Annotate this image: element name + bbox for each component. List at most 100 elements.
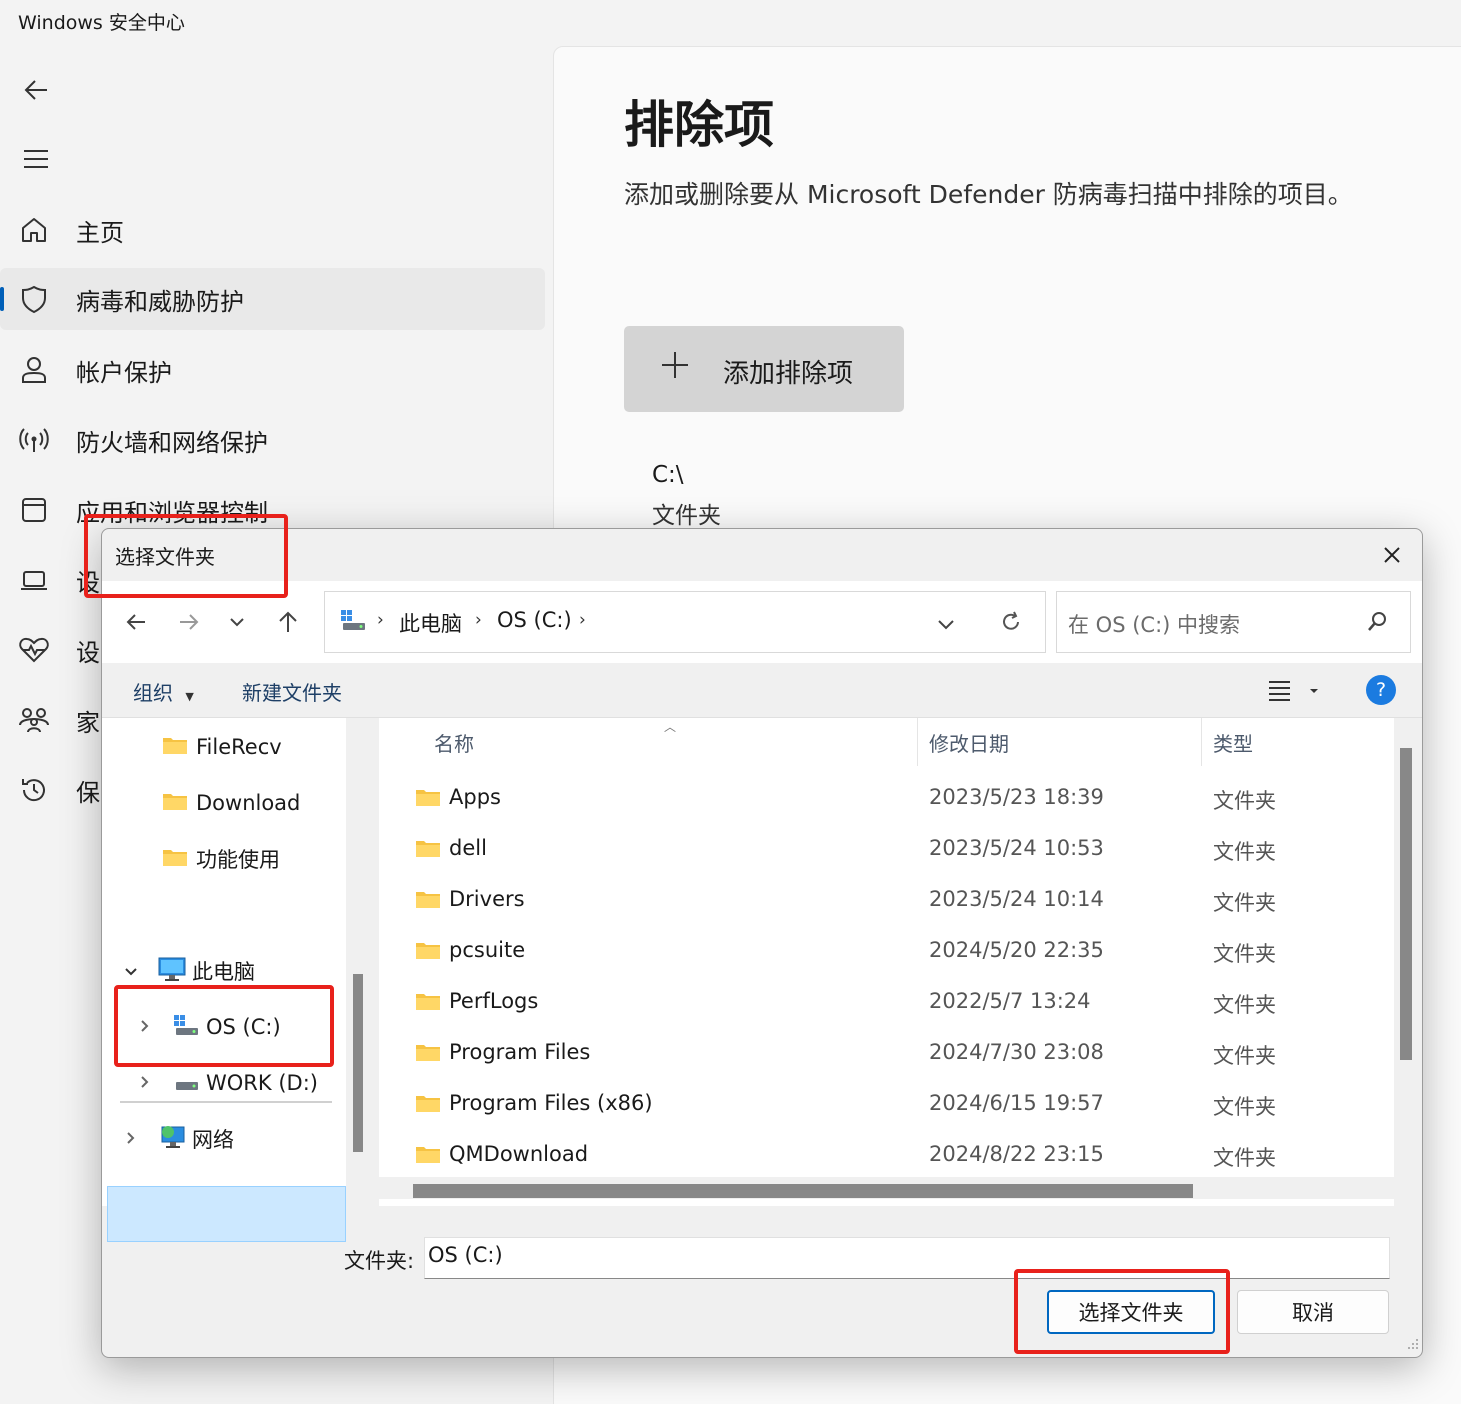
sidebar-item-account-protection[interactable]: 帐户保护 xyxy=(0,339,545,401)
file-name: Program Files xyxy=(449,1040,591,1064)
hamburger-menu-icon[interactable] xyxy=(16,139,56,179)
exclusion-path[interactable]: C:\ xyxy=(652,462,684,488)
select-folder-button[interactable]: 选择文件夹 xyxy=(1047,1290,1215,1334)
chevron-right-icon[interactable] xyxy=(126,1130,136,1149)
address-bar[interactable]: › 此电脑 › OS (C:) › xyxy=(324,591,1046,653)
file-name: dell xyxy=(449,836,487,860)
forward-arrow-icon[interactable] xyxy=(172,605,206,639)
tree-item-download[interactable]: Download xyxy=(162,778,300,828)
tree-item-filerecv[interactable]: FileRecv xyxy=(162,722,282,772)
tree-item-feature-usage[interactable]: 功能使用 xyxy=(162,834,280,884)
file-list-horizontal-scrollbar[interactable] xyxy=(379,1177,1394,1199)
sidebar-item-home[interactable]: 主页 xyxy=(0,199,545,261)
cancel-button[interactable]: 取消 xyxy=(1237,1290,1389,1334)
column-divider[interactable] xyxy=(1201,718,1202,766)
breadcrumb-os-c[interactable]: OS (C:) xyxy=(497,608,572,632)
tree-label: 功能使用 xyxy=(196,848,280,872)
chevron-right-icon[interactable] xyxy=(140,1074,150,1093)
select-folder-dialog: 选择文件夹 › 此电脑 › OS (C:) › 在 OS (C:) 中搜索 组织… xyxy=(101,528,1423,1358)
file-type: 文件夹 xyxy=(1213,1095,1276,1119)
family-icon xyxy=(18,704,50,736)
column-divider[interactable] xyxy=(917,718,918,766)
dialog-toolbar: 组织 ▼ 新建文件夹 ? xyxy=(102,663,1422,718)
new-folder-button[interactable]: 新建文件夹 xyxy=(242,677,342,706)
folder-icon xyxy=(415,1144,441,1164)
tree-scrollbar-thumb[interactable] xyxy=(353,974,363,1152)
table-row[interactable]: Program Files 2024/7/30 23:08 文件夹 xyxy=(379,1027,1394,1078)
table-row[interactable]: pcsuite 2024/5/20 22:35 文件夹 xyxy=(379,925,1394,976)
folder-icon xyxy=(415,991,441,1011)
sidebar-item-firewall[interactable]: 防火墙和网络保护 xyxy=(0,409,545,471)
sidebar-item-label: 应用和浏览器控制 xyxy=(76,498,268,527)
file-list-vertical-scrollbar[interactable] xyxy=(1394,718,1418,1177)
horizontal-scrollbar-thumb[interactable] xyxy=(413,1184,1193,1198)
back-icon[interactable] xyxy=(16,70,56,110)
table-row[interactable]: Apps 2023/5/23 18:39 文件夹 xyxy=(379,772,1394,823)
tree-selection-highlight xyxy=(107,1186,346,1242)
file-name: Drivers xyxy=(449,887,525,911)
organize-label: 组织 xyxy=(133,681,173,705)
network-icon xyxy=(158,1123,188,1155)
column-header-name[interactable]: 名称 xyxy=(434,728,474,757)
tree-item-work-d[interactable]: WORK (D:) xyxy=(140,1058,318,1108)
table-row[interactable]: Drivers 2023/5/24 10:14 文件夹 xyxy=(379,874,1394,925)
up-arrow-icon[interactable] xyxy=(271,605,305,639)
tree-item-this-pc[interactable]: 此电脑 xyxy=(124,946,255,996)
help-icon[interactable]: ? xyxy=(1366,675,1396,705)
person-icon xyxy=(18,354,50,386)
file-date: 2023/5/23 18:39 xyxy=(929,785,1104,809)
breadcrumb-separator-icon: › xyxy=(579,610,586,630)
sidebar-item-virus-protection[interactable]: 病毒和威胁防护 xyxy=(0,268,545,330)
tree-scrollbar[interactable] xyxy=(346,718,370,1206)
monitor-icon xyxy=(158,956,186,986)
add-exclusion-button[interactable]: 添加排除项 xyxy=(624,326,904,412)
column-header-type[interactable]: 类型 xyxy=(1213,728,1253,757)
file-type: 文件夹 xyxy=(1213,1044,1276,1068)
tree-label: WORK (D:) xyxy=(206,1071,318,1095)
tree-label: 网络 xyxy=(192,1128,234,1152)
resize-grip-icon[interactable] xyxy=(1407,1335,1419,1354)
sort-ascending-icon: ︿ xyxy=(664,720,677,734)
search-placeholder: 在 OS (C:) 中搜索 xyxy=(1068,613,1241,637)
file-date: 2024/8/22 23:15 xyxy=(929,1142,1104,1166)
tree-label: OS (C:) xyxy=(206,1015,281,1039)
tree-label: 此电脑 xyxy=(192,960,255,984)
file-type: 文件夹 xyxy=(1213,1146,1276,1170)
app-title: Windows 安全中心 xyxy=(18,12,185,34)
chevron-down-icon[interactable] xyxy=(124,962,138,981)
breadcrumb-this-pc[interactable]: 此电脑 xyxy=(399,608,462,638)
refresh-icon[interactable] xyxy=(1000,611,1022,637)
file-date: 2024/7/30 23:08 xyxy=(929,1040,1104,1064)
folder-icon xyxy=(415,787,441,807)
vertical-scrollbar-thumb[interactable] xyxy=(1400,748,1412,1060)
sidebar-item-label: 帐户保护 xyxy=(76,358,172,387)
tree-label: FileRecv xyxy=(196,735,282,759)
file-name: pcsuite xyxy=(449,938,526,962)
table-row[interactable]: QMDownload 2024/8/22 23:15 文件夹 xyxy=(379,1129,1394,1180)
tree-item-os-c[interactable]: OS (C:) xyxy=(140,1002,281,1052)
page-title: 排除项 xyxy=(624,96,774,154)
organize-menu[interactable]: 组织 ▼ xyxy=(133,677,194,706)
view-options-icon[interactable] xyxy=(1268,679,1324,705)
file-date: 2023/5/24 10:53 xyxy=(929,836,1104,860)
column-header-date[interactable]: 修改日期 xyxy=(929,728,1009,757)
tree-item-network[interactable]: 网络 xyxy=(126,1114,234,1164)
navigation-bar: › 此电脑 › OS (C:) › 在 OS (C:) 中搜索 xyxy=(102,581,1422,663)
close-icon[interactable] xyxy=(1376,539,1408,571)
search-input[interactable]: 在 OS (C:) 中搜索 xyxy=(1056,591,1411,653)
breadcrumb-separator-icon: › xyxy=(377,610,384,630)
chevron-right-icon[interactable] xyxy=(140,1018,150,1037)
back-arrow-icon[interactable] xyxy=(119,605,153,639)
folder-field-label: 文件夹: xyxy=(344,1249,415,1273)
table-row[interactable]: Program Files (x86) 2024/6/15 19:57 文件夹 xyxy=(379,1078,1394,1129)
folder-name-input[interactable]: OS (C:) xyxy=(424,1237,1390,1279)
address-history-chevron-icon[interactable] xyxy=(937,616,955,635)
file-date: 2023/5/24 10:14 xyxy=(929,887,1104,911)
add-exclusion-label: 添加排除项 xyxy=(723,359,854,389)
table-row[interactable]: dell 2023/5/24 10:53 文件夹 xyxy=(379,823,1394,874)
search-icon[interactable] xyxy=(1366,611,1388,637)
history-icon xyxy=(18,774,50,806)
table-row[interactable]: PerfLogs 2022/5/7 13:24 文件夹 xyxy=(379,976,1394,1027)
recent-locations-chevron-icon[interactable] xyxy=(220,605,254,639)
dialog-title: 选择文件夹 xyxy=(115,545,215,569)
